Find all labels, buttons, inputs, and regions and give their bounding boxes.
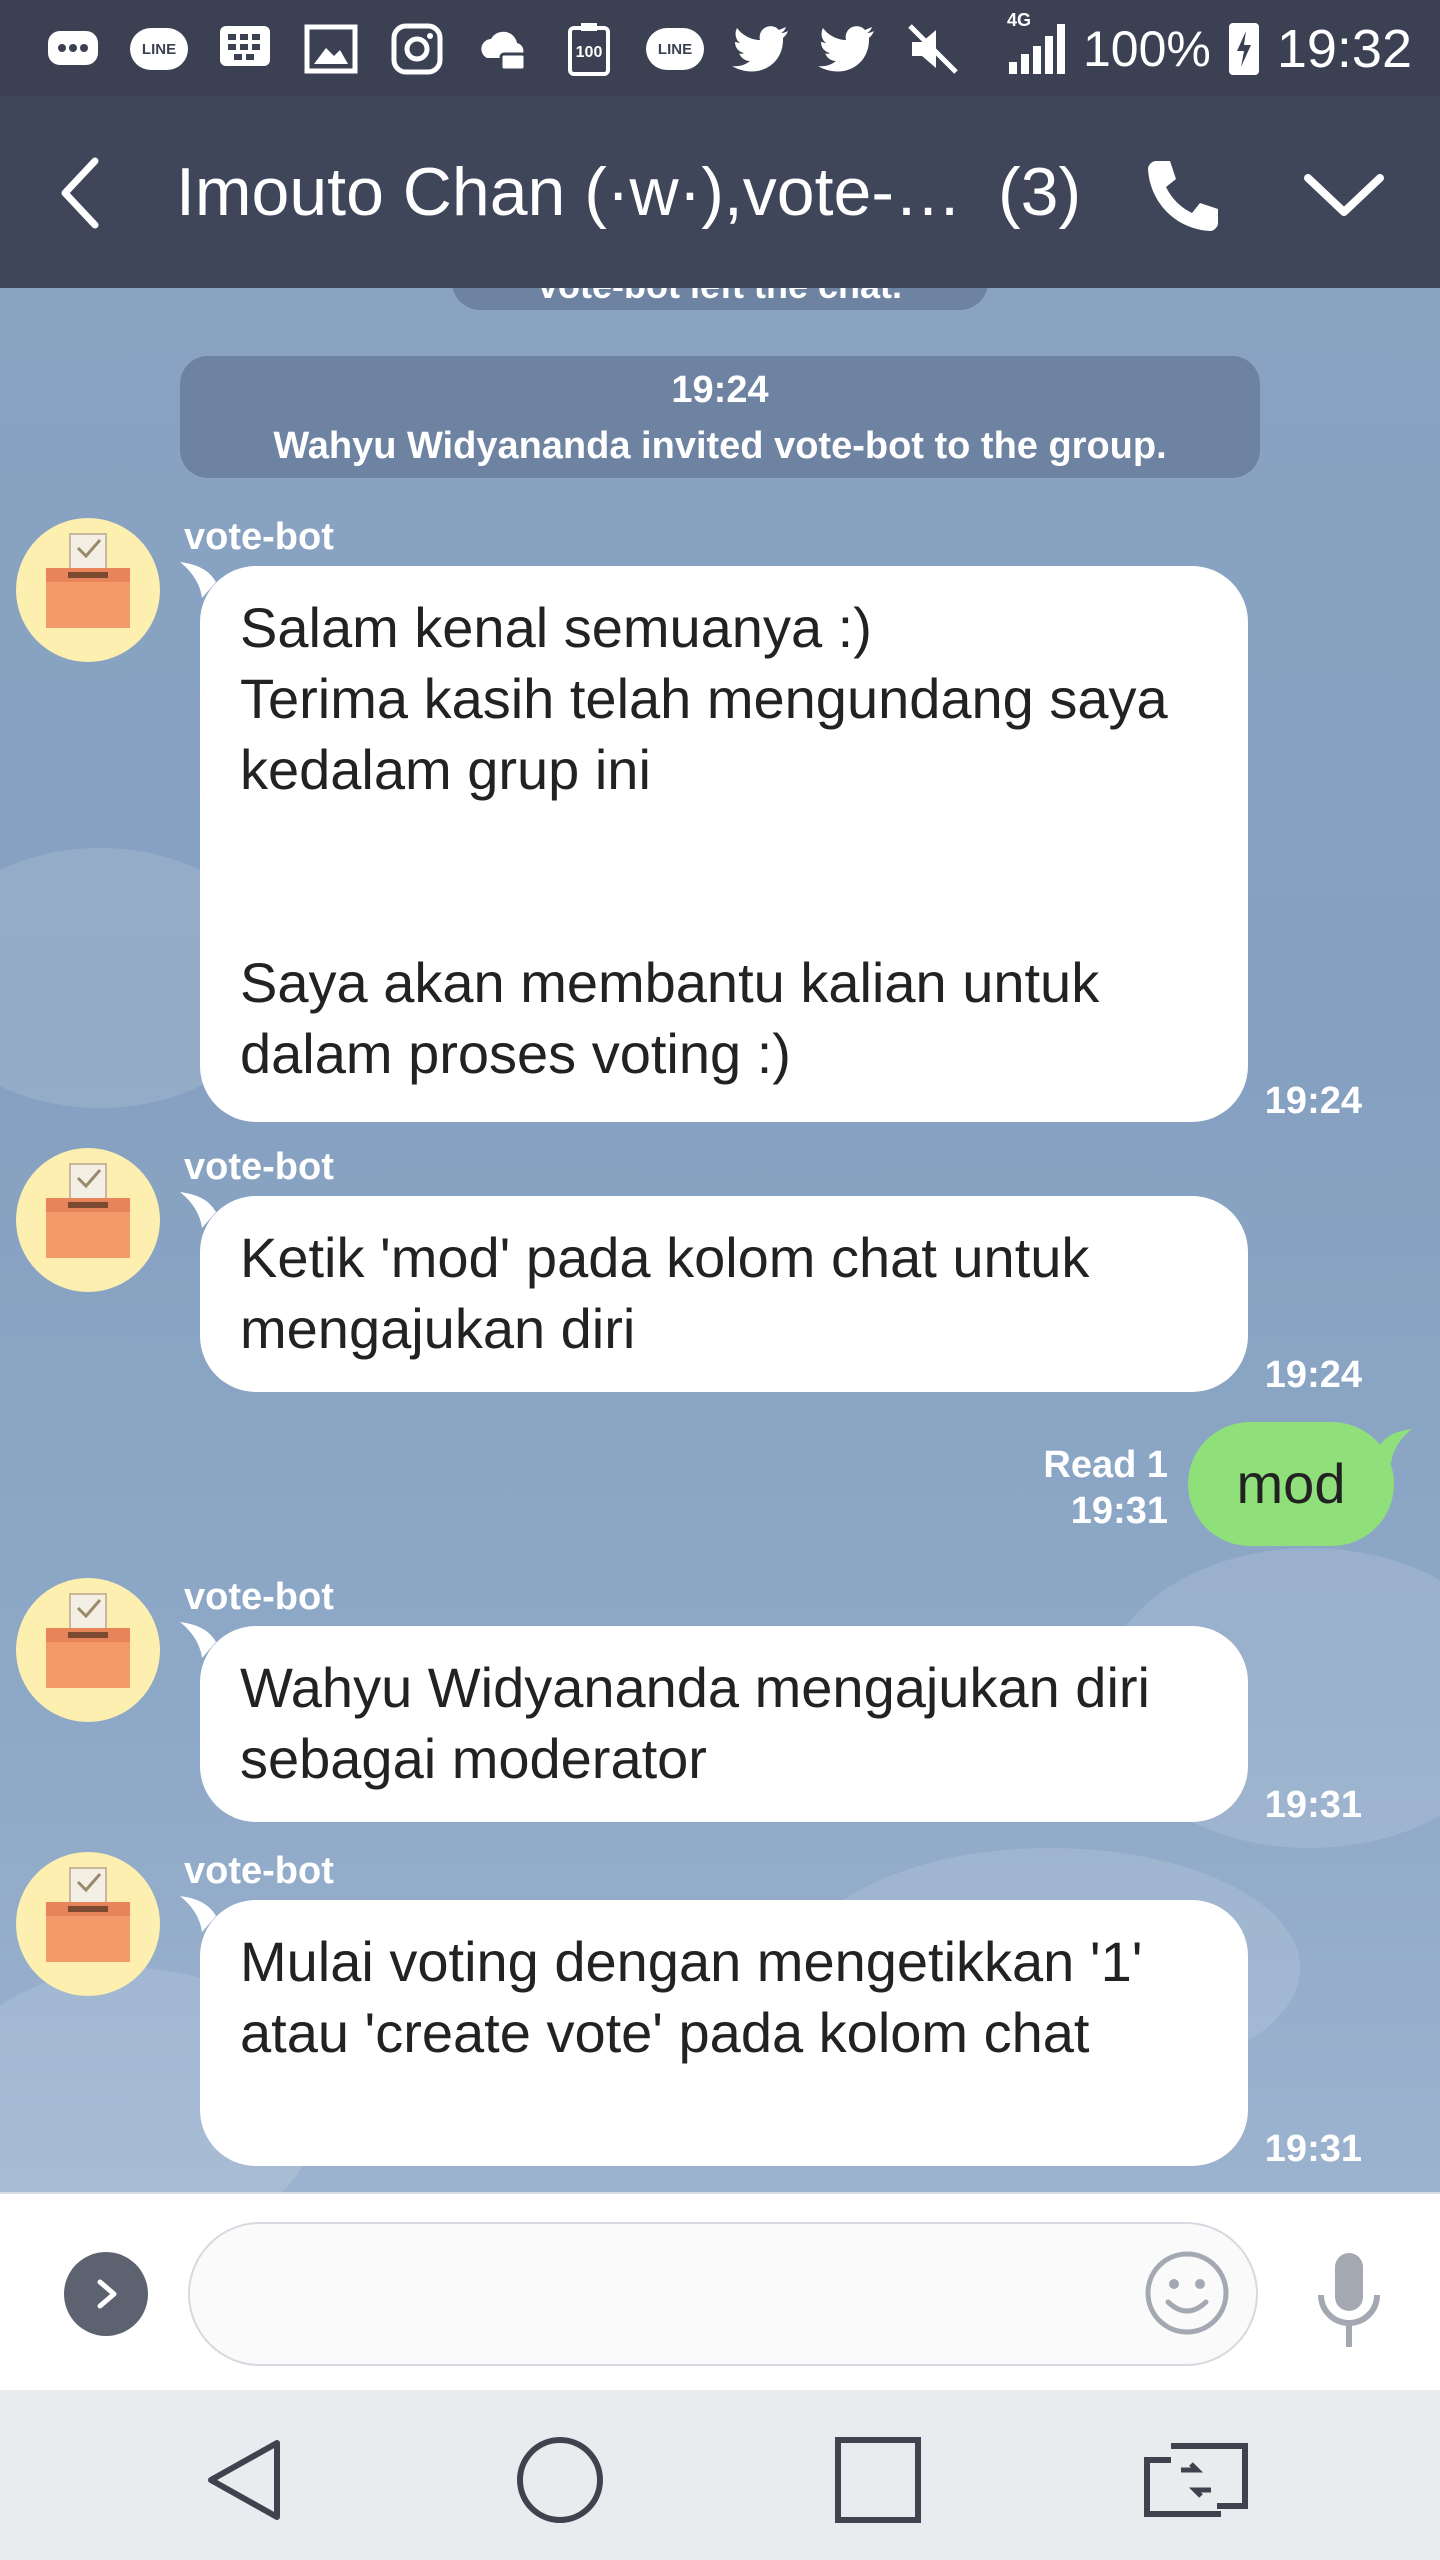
square-recents-icon: [835, 2437, 921, 2523]
message-time: 19:24: [1264, 1080, 1362, 1122]
member-count: (3): [998, 154, 1082, 230]
network-indicator: 4G: [1007, 10, 1065, 74]
message-bubble[interactable]: Mulai voting dengan mengetikkan '1' atau…: [200, 1900, 1248, 2166]
message-input-wrapper: [188, 2222, 1258, 2366]
avatar[interactable]: [16, 518, 160, 662]
read-status: Read 1: [1043, 1444, 1168, 1486]
nav-back-button[interactable]: [186, 2430, 306, 2530]
sender-name: vote-bot: [184, 1576, 334, 1618]
message-time: 19:31: [1264, 2128, 1362, 2170]
network-label: 4G: [1006, 10, 1031, 30]
app-100-icon: 100: [560, 22, 618, 76]
chat-header: Imouto Chan (·w·),vote-… (3): [0, 96, 1440, 288]
app-100-label: 100: [575, 44, 603, 61]
mute-icon: [904, 22, 962, 76]
phone-icon: [1148, 161, 1218, 231]
battery-icon: [1228, 23, 1259, 75]
avatar[interactable]: [16, 1148, 160, 1292]
mic-button[interactable]: [1304, 2246, 1394, 2356]
chat-area[interactable]: vote-bot left the chat. 19:24 Wahyu Widy…: [0, 288, 1440, 2192]
line-icon: LINE: [646, 28, 704, 70]
nav-dual-window-button[interactable]: [1136, 2430, 1256, 2530]
blackberry-icon: [216, 22, 274, 76]
gallery-icon: [302, 22, 360, 76]
status-bar: LINE 100 LINE 4G 100% 19:32: [0, 0, 1440, 96]
notification-icons: LINE 100 LINE: [44, 18, 962, 80]
expand-button[interactable]: [64, 2252, 148, 2336]
system-message-invite: 19:24 Wahyu Widyananda invited vote-bot …: [180, 356, 1260, 478]
message-bubble[interactable]: Ketik 'mod' pada kolom chat untuk mengaj…: [200, 1196, 1248, 1392]
circle-home-icon: [517, 2437, 603, 2523]
message-bubble[interactable]: Salam kenal semuanya :) Terima kasih tel…: [200, 566, 1248, 1122]
chevron-down-icon: [1304, 174, 1384, 216]
microphone-icon: [1318, 2253, 1380, 2347]
system-nav-bar: [0, 2390, 1440, 2560]
avatar[interactable]: [16, 1578, 160, 1722]
message-input-bar: [0, 2192, 1440, 2390]
signal-icon: [1008, 24, 1065, 74]
call-button[interactable]: [1130, 150, 1230, 240]
chat-title-text: Imouto Chan (·w·),vote-…: [176, 154, 962, 230]
instagram-icon: [388, 22, 446, 76]
triangle-back-icon: [208, 2440, 280, 2520]
message-time: 19:31: [1070, 1490, 1168, 1532]
twitter-icon: [732, 22, 790, 76]
twitter-icon: [818, 22, 876, 76]
emoji-button[interactable]: [1140, 2246, 1234, 2340]
sender-name: vote-bot: [184, 1850, 334, 1892]
chat-title[interactable]: Imouto Chan (·w·),vote-…: [176, 152, 976, 232]
my-message-bubble[interactable]: mod: [1188, 1422, 1394, 1546]
sender-name: vote-bot: [184, 516, 334, 558]
chevron-left-icon: [61, 157, 99, 229]
ballot-box-icon: [46, 1593, 130, 1688]
cloud-icon: [474, 22, 532, 76]
nav-recents-button[interactable]: [818, 2430, 938, 2530]
bbm-icon: [44, 22, 102, 76]
read-receipt: Read 1 19:31: [1000, 1442, 1168, 1534]
battery-percent: 100%: [1082, 21, 1211, 77]
chevron-right-icon: [97, 2279, 117, 2309]
ballot-box-icon: [46, 1163, 130, 1258]
status-right: 4G 100% 19:32: [1007, 10, 1412, 80]
back-button[interactable]: [40, 148, 120, 238]
avatar[interactable]: [16, 1852, 160, 1996]
ballot-box-icon: [46, 1867, 130, 1962]
message-input[interactable]: [230, 2254, 1130, 2338]
smiley-icon: [1145, 2251, 1229, 2335]
sender-name: vote-bot: [184, 1146, 334, 1188]
system-message: vote-bot left the chat.: [452, 288, 988, 310]
message-time: 19:24: [1264, 1354, 1362, 1396]
message-bubble[interactable]: Wahyu Widyananda mengajukan diri sebagai…: [200, 1626, 1248, 1822]
ballot-box-icon: [46, 533, 130, 628]
nav-home-button[interactable]: [500, 2430, 620, 2530]
dual-window-icon: [1144, 2443, 1248, 2517]
menu-dropdown-button[interactable]: [1294, 150, 1394, 240]
clock: 19:32: [1276, 19, 1412, 79]
line-icon: LINE: [130, 28, 188, 70]
system-message-time: 19:24: [671, 369, 769, 411]
system-message-text: Wahyu Widyananda invited vote-bot to the…: [273, 425, 1167, 467]
message-time: 19:31: [1264, 1784, 1362, 1826]
